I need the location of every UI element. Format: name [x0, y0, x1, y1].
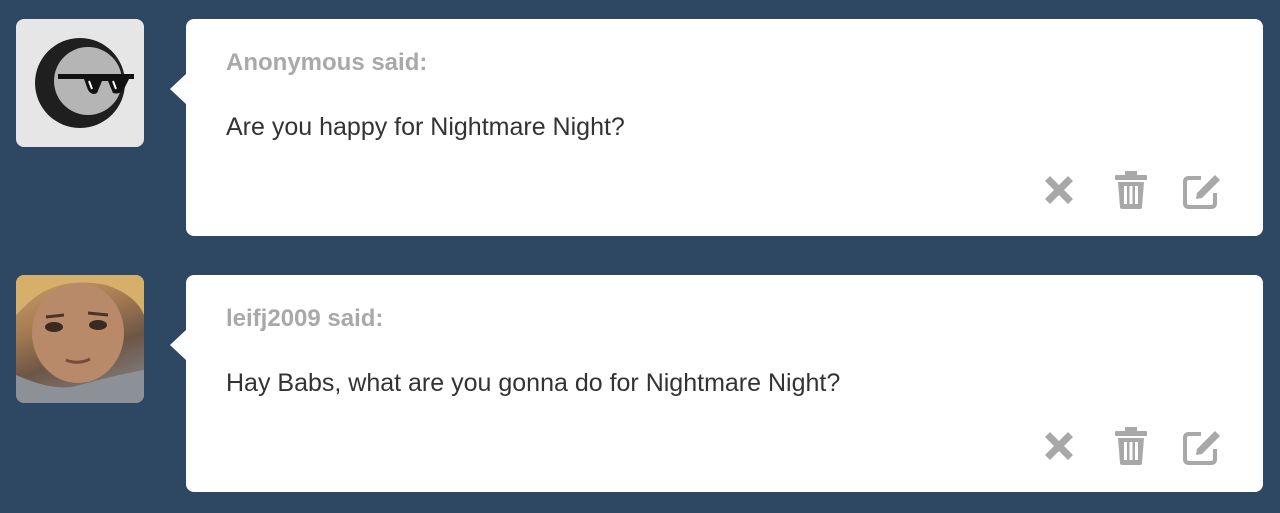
trash-icon — [1115, 427, 1147, 465]
question-text: Are you happy for Nightmare Night? — [226, 113, 625, 141]
ask-message: leifj2009 said: Hay Babs, what are you g… — [0, 275, 1280, 493]
question-text: Hay Babs, what are you gonna do for Nigh… — [226, 369, 841, 397]
delete-x-button[interactable] — [1037, 425, 1081, 467]
edit-icon — [1183, 175, 1220, 209]
edit-button[interactable] — [1181, 425, 1225, 467]
delete-x-button[interactable] — [1037, 169, 1081, 211]
asker-name[interactable]: leifj2009 said: — [226, 305, 383, 333]
trash-button[interactable] — [1109, 425, 1153, 467]
edit-icon — [1183, 431, 1220, 465]
delete-x-icon — [1045, 176, 1073, 204]
delete-x-icon — [1045, 432, 1073, 460]
anonymous-avatar[interactable] — [16, 19, 144, 147]
sunglasses-moon-icon — [35, 38, 134, 128]
user-avatar[interactable] — [16, 275, 144, 403]
trash-button[interactable] — [1109, 169, 1153, 211]
message-bubble: leifj2009 said: Hay Babs, what are you g… — [170, 275, 1263, 492]
user-photo-icon — [16, 275, 144, 403]
trash-icon — [1115, 171, 1147, 209]
edit-button[interactable] — [1181, 169, 1225, 211]
message-actions — [1009, 169, 1225, 211]
ask-message: Anonymous said: Are you happy for Nightm… — [0, 19, 1280, 237]
message-bubble: Anonymous said: Are you happy for Nightm… — [170, 19, 1263, 236]
message-actions — [1009, 425, 1225, 467]
asker-name[interactable]: Anonymous said: — [226, 49, 427, 77]
